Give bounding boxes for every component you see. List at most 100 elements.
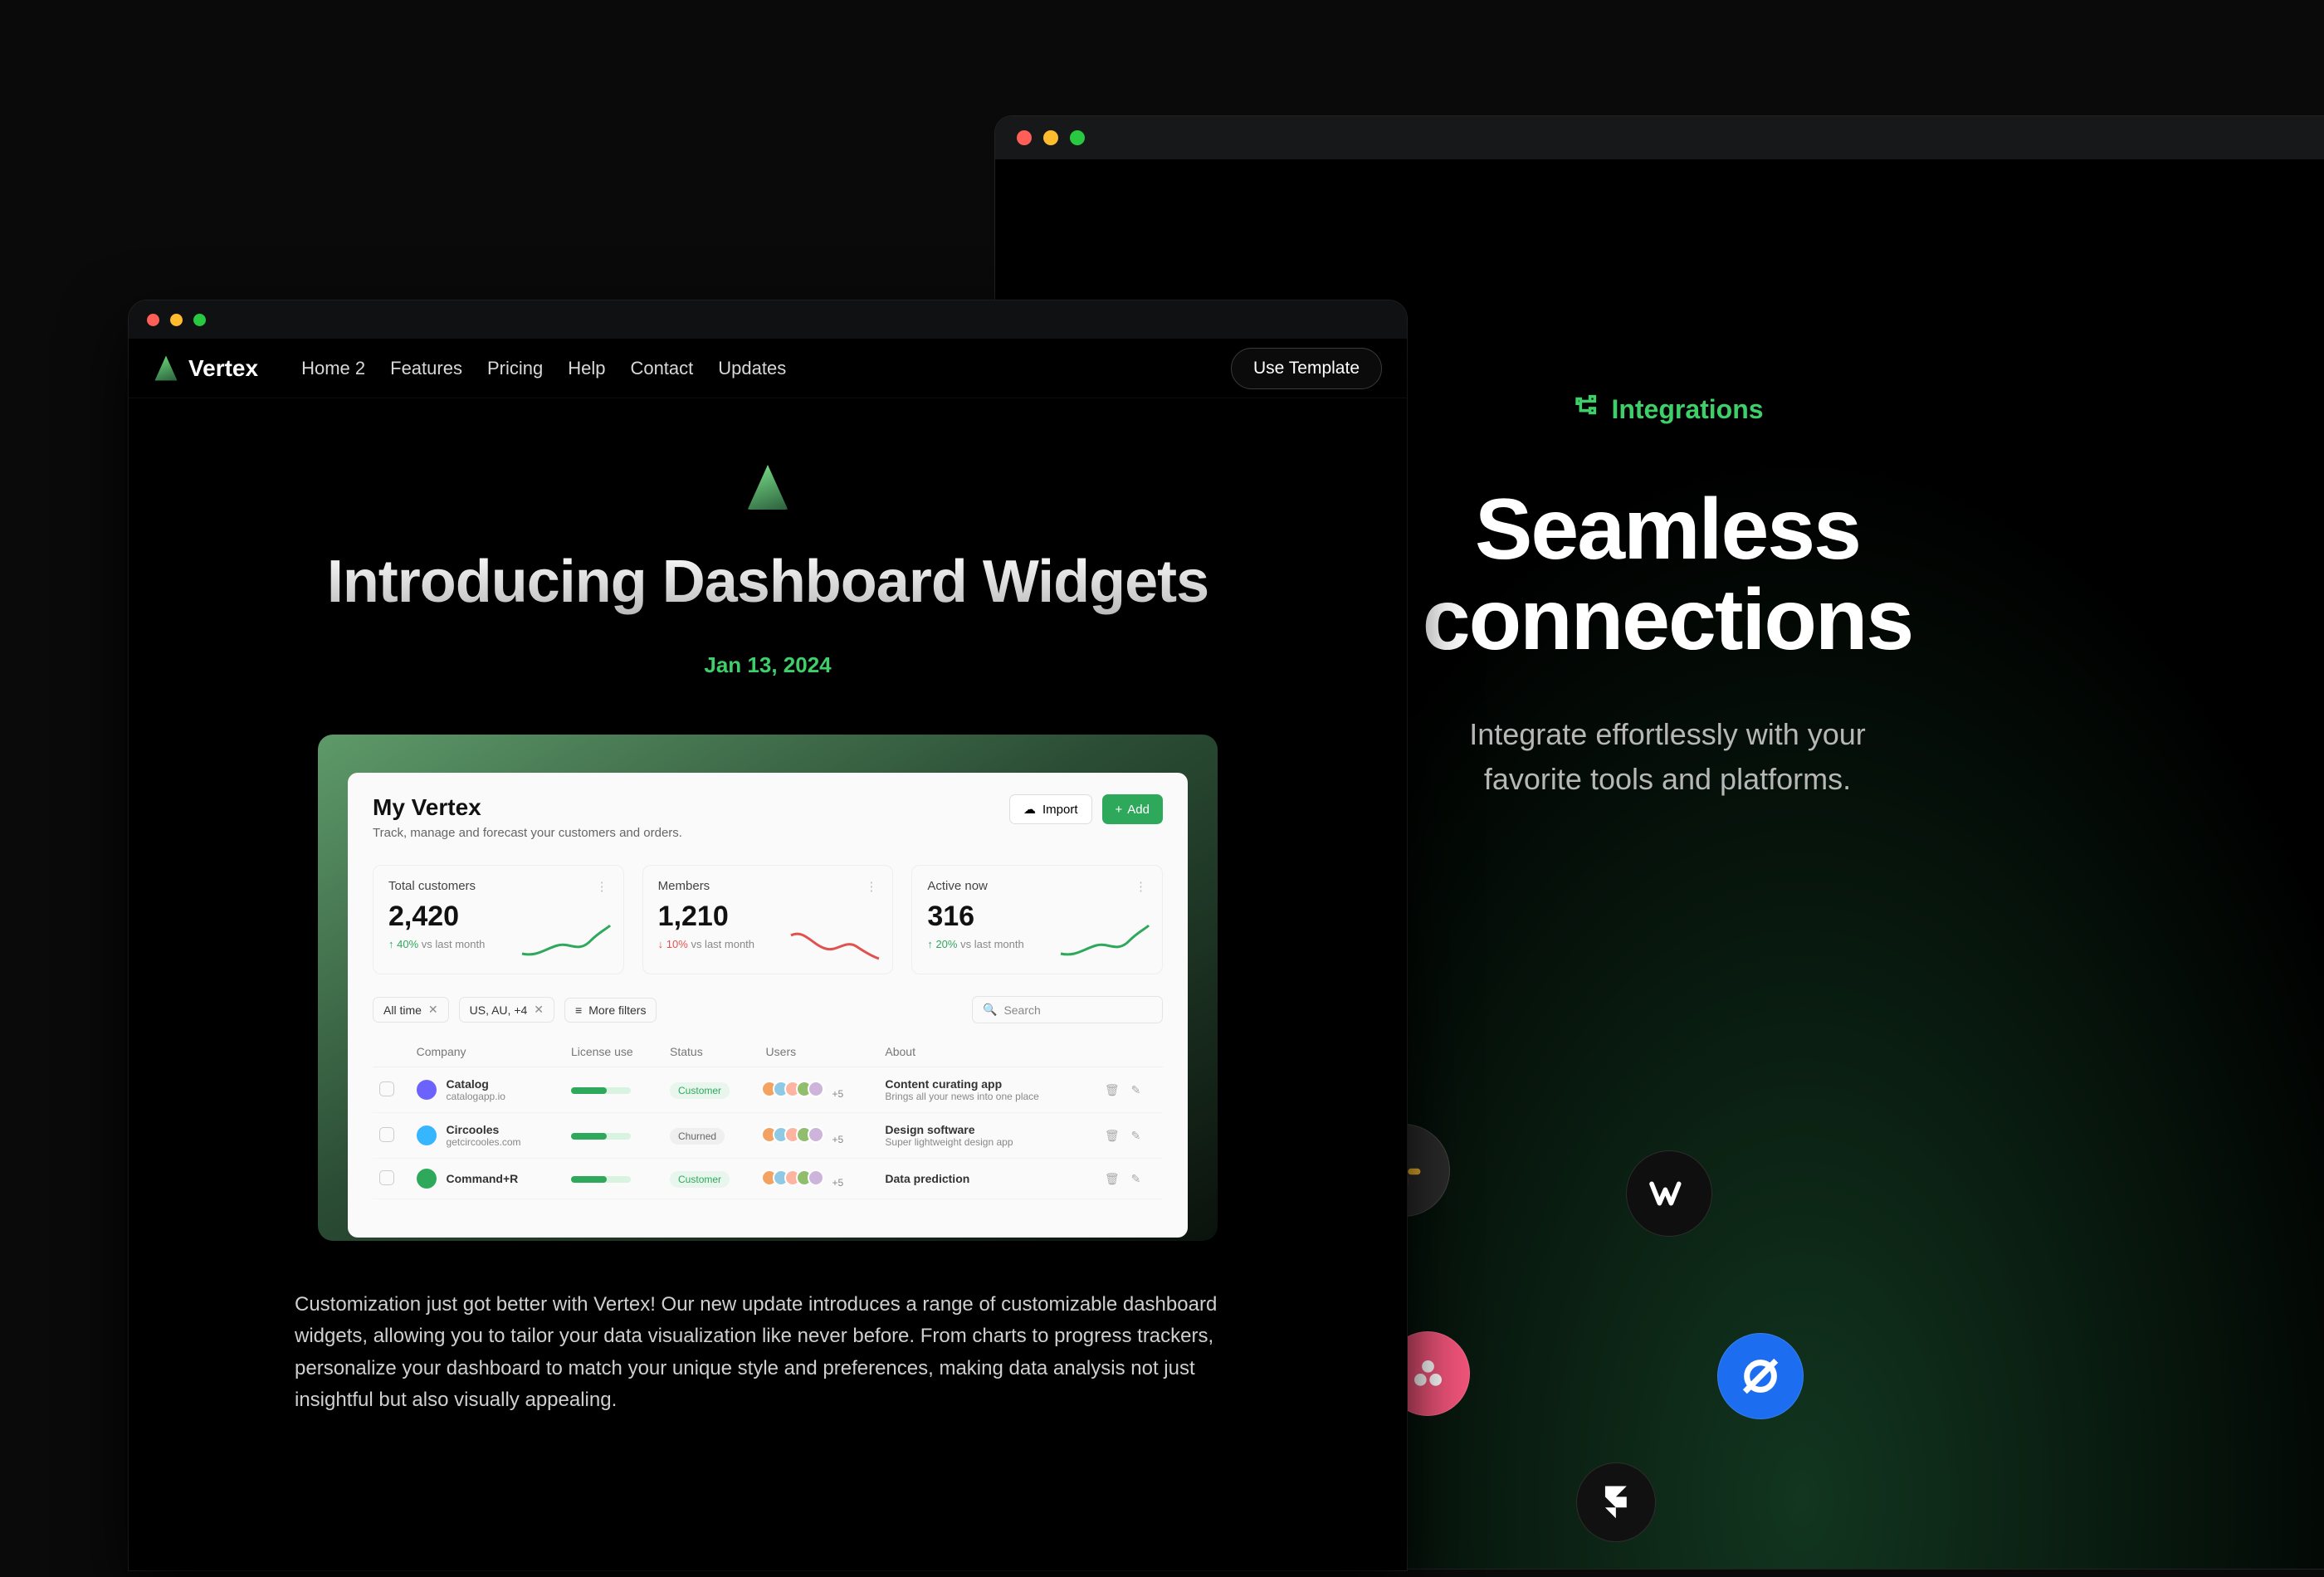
nav-links: Home 2 Features Pricing Help Contact Updates (301, 358, 786, 379)
company-logo-icon (417, 1080, 437, 1100)
column-header[interactable]: Users (759, 1037, 879, 1067)
nav-link[interactable]: Updates (718, 358, 786, 379)
menu-icon[interactable]: ⋮ (865, 879, 877, 894)
table-row[interactable]: Catalog catalogapp.io Customer +5 Conten… (373, 1067, 1163, 1113)
stat-card: Members ⋮ 1,210 ↓ 10% vs last month (642, 865, 894, 974)
heading-line: connections (1423, 572, 1913, 668)
user-avatars (766, 1169, 824, 1186)
column-header[interactable]: About (878, 1037, 1097, 1067)
chip-label: More filters (588, 1003, 646, 1017)
article-title: Introducing Dashboard Widgets (295, 548, 1241, 616)
zoom-icon[interactable] (193, 314, 206, 326)
company-name: Command+R (447, 1172, 519, 1185)
hero-image: My Vertex Track, manage and forecast you… (318, 735, 1218, 1241)
nav-link[interactable]: Pricing (487, 358, 543, 379)
article-body: Introducing Dashboard Widgets Jan 13, 20… (129, 398, 1407, 1417)
stat-delta-caption: vs last month (422, 938, 486, 950)
eyebrow-text: Integrations (1611, 394, 1763, 425)
status-badge: Customer (670, 1082, 730, 1099)
brand[interactable]: Vertex (154, 355, 258, 382)
vertex-logo-icon (745, 465, 790, 510)
checkbox[interactable] (379, 1081, 394, 1096)
chip-label: US, AU, +4 (470, 1003, 528, 1017)
column-header[interactable] (1098, 1037, 1163, 1067)
stat-delta-caption: vs last month (960, 938, 1024, 950)
stat-delta: ↑ 40% (388, 938, 418, 950)
column-header[interactable]: Company (410, 1037, 564, 1067)
stat-label: Total customers (388, 879, 476, 894)
nav-link[interactable]: Help (568, 358, 605, 379)
about-title: Content curating app (885, 1077, 1091, 1091)
top-nav: Vertex Home 2 Features Pricing Help Contact U… (129, 339, 1407, 398)
window-titlebar (129, 300, 1407, 339)
delete-icon[interactable]: 🗑 (1105, 1129, 1120, 1143)
nav-link[interactable]: Features (390, 358, 462, 379)
stat-cards: Total customers ⋮ 2,420 ↑ 40% vs last mo… (373, 865, 1163, 974)
search-input[interactable]: 🔍 Search (972, 996, 1163, 1023)
user-avatars (766, 1081, 824, 1097)
cloud-icon: ☁ (1023, 802, 1036, 817)
dashboard-subtitle: Track, manage and forecast your customer… (373, 826, 682, 840)
menu-icon[interactable]: ⋮ (596, 879, 608, 894)
dashboard-mock: My Vertex Track, manage and forecast you… (348, 773, 1188, 1238)
filter-chip-region[interactable]: US, AU, +4 ✕ (459, 997, 554, 1023)
table-header-row: CompanyLicense useStatusUsersAbout (373, 1037, 1163, 1067)
filter-chip-time[interactable]: All time ✕ (373, 997, 449, 1023)
column-header[interactable]: License use (564, 1037, 663, 1067)
status-badge: Customer (670, 1171, 730, 1188)
menu-icon[interactable]: ⋮ (1135, 879, 1147, 894)
close-icon[interactable]: ✕ (428, 1003, 438, 1017)
user-more: +5 (832, 1177, 843, 1189)
user-more: +5 (832, 1134, 843, 1145)
data-table: CompanyLicense useStatusUsersAbout Catal… (373, 1037, 1163, 1199)
company-logo-icon (417, 1125, 437, 1145)
company-name: Circooles (447, 1123, 521, 1136)
edit-icon[interactable]: ✎ (1131, 1172, 1141, 1186)
nav-link[interactable]: Contact (630, 358, 693, 379)
circle-icon[interactable] (1717, 1333, 1804, 1419)
minimize-icon[interactable] (1043, 130, 1058, 145)
stat-label: Members (658, 879, 710, 894)
column-header[interactable] (373, 1037, 410, 1067)
company-domain: catalogapp.io (447, 1091, 505, 1102)
sparkline-icon (1059, 920, 1150, 964)
sparkline-icon (520, 920, 612, 964)
status-badge: Churned (670, 1128, 725, 1145)
article-paragraph: Customization just got better with Verte… (295, 1289, 1241, 1417)
close-icon[interactable]: ✕ (534, 1003, 544, 1017)
import-button[interactable]: ☁ Import (1009, 794, 1092, 824)
about-sub: Super lightweight design app (885, 1136, 1091, 1148)
license-bar (571, 1176, 631, 1183)
integrations-icon (1571, 392, 1599, 427)
checkbox[interactable] (379, 1127, 394, 1142)
heading-line: Seamless (1475, 481, 1860, 578)
sparkline-icon (789, 920, 881, 964)
column-header[interactable]: Status (663, 1037, 759, 1067)
sub-line: Integrate effortlessly with your (1469, 717, 1866, 751)
plus-icon: + (1116, 803, 1123, 817)
edit-icon[interactable]: ✎ (1131, 1129, 1141, 1143)
table-row[interactable]: Circooles getcircooles.com Churned +5 De… (373, 1113, 1163, 1159)
edit-icon[interactable]: ✎ (1131, 1083, 1141, 1097)
close-icon[interactable] (1017, 130, 1032, 145)
checkbox[interactable] (379, 1170, 394, 1185)
vertex-logo-icon (154, 356, 178, 381)
minimize-icon[interactable] (170, 314, 183, 326)
use-template-button[interactable]: Use Template (1231, 348, 1382, 389)
delete-icon[interactable]: 🗑 (1105, 1172, 1120, 1186)
more-filters-button[interactable]: ≡ More filters (564, 998, 657, 1023)
sub-line: favorite tools and platforms. (1484, 762, 1851, 796)
framer-icon[interactable] (1576, 1462, 1656, 1542)
nav-link[interactable]: Home 2 (301, 358, 365, 379)
close-icon[interactable] (147, 314, 159, 326)
add-button[interactable]: + Add (1102, 794, 1163, 824)
zoom-icon[interactable] (1070, 130, 1085, 145)
table-row[interactable]: Command+R Customer +5 Data prediction 🗑 … (373, 1159, 1163, 1199)
table-toolbar: All time ✕ US, AU, +4 ✕ ≡ More filters 🔍… (373, 996, 1163, 1023)
section-eyebrow: Integrations (1571, 392, 1763, 427)
webflow-icon[interactable] (1626, 1150, 1712, 1237)
search-icon: 🔍 (983, 1003, 997, 1017)
window-titlebar (995, 116, 2324, 159)
filter-icon: ≡ (575, 1003, 582, 1017)
delete-icon[interactable]: 🗑 (1105, 1083, 1120, 1097)
